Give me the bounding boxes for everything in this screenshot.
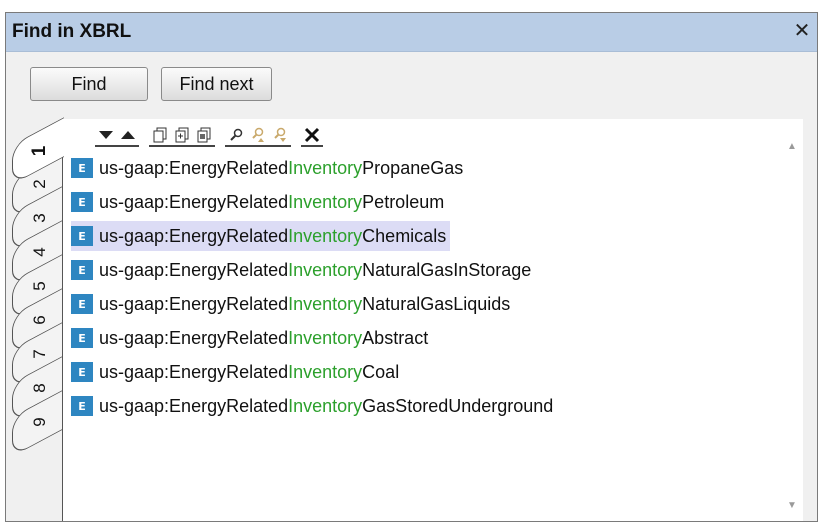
item-match-highlight: Inventory	[288, 259, 363, 280]
item-suffix: Coal	[362, 361, 400, 382]
item-suffix: Petroleum	[362, 191, 445, 212]
item-prefix: us-gaap:EnergyRelated	[99, 225, 289, 246]
item-match-highlight: Inventory	[288, 361, 363, 382]
element-icon: E	[71, 396, 93, 416]
item-match-highlight: Inventory	[288, 395, 363, 416]
item-match-highlight: Inventory	[288, 191, 363, 212]
list-item[interactable]: Eus-gaap:EnergyRelated Inventory GasStored…	[71, 391, 553, 421]
find-next-icon[interactable]	[269, 125, 291, 147]
copy-icon[interactable]	[149, 125, 171, 147]
element-icon: E	[71, 294, 93, 314]
element-icon: E	[71, 158, 93, 178]
element-icon: E	[71, 260, 93, 280]
item-suffix: PropaneGas	[362, 157, 464, 178]
window-title: Find in XBRL	[12, 21, 132, 42]
find-in-xbrl-window: Find in XBRL ✕ Find Find next 123456789 …	[5, 12, 818, 522]
tab-label-6: 6	[30, 315, 49, 325]
find-next-button[interactable]: Find next	[161, 67, 272, 101]
copy-all-icon[interactable]	[171, 125, 193, 147]
tab-label-8: 8	[30, 383, 49, 393]
item-match-highlight: Inventory	[288, 293, 363, 314]
item-match-highlight: Inventory	[288, 225, 363, 246]
results-panel: Eus-gaap:EnergyRelated Inventory PropaneGa…	[62, 119, 803, 521]
list-item[interactable]: Eus-gaap:EnergyRelated Inventory Abstract	[71, 323, 428, 353]
copy-path-icon[interactable]	[193, 125, 215, 147]
element-icon: E	[71, 328, 93, 348]
item-prefix: us-gaap:EnergyRelated	[99, 361, 289, 382]
tab-label-1: 1	[29, 145, 50, 157]
list-item[interactable]: Eus-gaap:EnergyRelated Inventory Petroleum	[71, 187, 444, 217]
item-prefix: us-gaap:EnergyRelated	[99, 259, 289, 280]
item-suffix: Abstract	[362, 327, 429, 348]
tab-label-5: 5	[30, 281, 49, 291]
tab-label-2: 2	[30, 179, 49, 189]
find-previous-icon[interactable]	[247, 125, 269, 147]
item-suffix: NaturalGasInStorage	[362, 259, 532, 280]
find-icon[interactable]	[225, 125, 247, 147]
item-suffix: Chemicals	[362, 225, 447, 246]
tab-label-4: 4	[30, 247, 49, 257]
title-bar: Find in XBRL ✕	[6, 13, 817, 52]
scroll-up-icon[interactable]: ▲	[787, 141, 797, 152]
tab-label-3: 3	[30, 213, 49, 223]
tab-label-9: 9	[30, 417, 49, 427]
close-icon[interactable]: ✕	[791, 19, 813, 43]
list-item[interactable]: Eus-gaap:EnergyRelated Inventory NaturalGa…	[71, 255, 531, 285]
item-match-highlight: Inventory	[288, 157, 363, 178]
list-item[interactable]: Eus-gaap:EnergyRelated Inventory Chemicals	[71, 221, 451, 251]
item-suffix: GasStoredUnderground	[362, 395, 554, 416]
find-button[interactable]: Find	[30, 67, 148, 101]
list-item[interactable]: Eus-gaap:EnergyRelated Inventory Coal	[71, 357, 399, 387]
item-prefix: us-gaap:EnergyRelated	[99, 293, 289, 314]
item-prefix: us-gaap:EnergyRelated	[99, 327, 289, 348]
item-prefix: us-gaap:EnergyRelated	[99, 191, 289, 212]
delete-icon[interactable]	[301, 125, 323, 147]
tab-label-7: 7	[30, 349, 49, 359]
item-prefix: us-gaap:EnergyRelated	[99, 157, 289, 178]
item-match-highlight: Inventory	[288, 327, 363, 348]
item-suffix: NaturalGasLiquids	[362, 293, 511, 314]
move-down-icon[interactable]	[95, 125, 117, 147]
list-item[interactable]: Eus-gaap:EnergyRelated Inventory NaturalGa…	[71, 289, 510, 319]
list-item[interactable]: Eus-gaap:EnergyRelated Inventory PropaneGa…	[71, 153, 463, 183]
scroll-down-icon[interactable]: ▼	[787, 500, 797, 511]
vertical-scrollbar[interactable]: ▲ ▼	[781, 119, 803, 521]
move-up-icon[interactable]	[117, 125, 139, 147]
element-icon: E	[71, 192, 93, 212]
element-icon: E	[71, 362, 93, 382]
item-prefix: us-gaap:EnergyRelated	[99, 395, 289, 416]
element-icon: E	[71, 226, 93, 246]
result-tabs: 1 2 3 4 5 6 7 8 9	[6, 117, 66, 457]
